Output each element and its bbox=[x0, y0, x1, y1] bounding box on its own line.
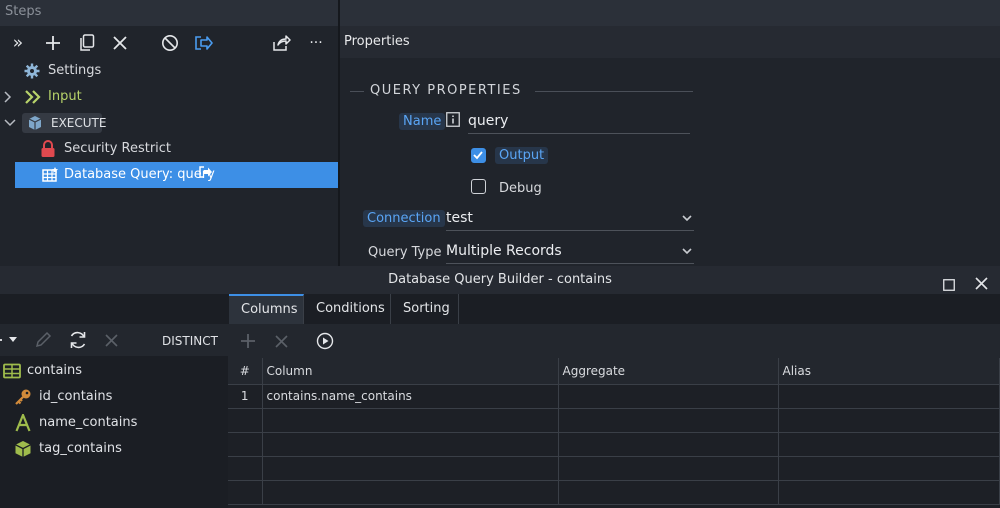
output-step-icon[interactable] bbox=[192, 32, 214, 54]
field-item[interactable]: name_contains bbox=[14, 410, 228, 436]
tree-item-input[interactable]: Input bbox=[0, 84, 338, 110]
remove-table-icon[interactable] bbox=[100, 329, 122, 351]
query-builder-dialog: Database Query Builder - contains Column… bbox=[0, 266, 1000, 508]
tree-item-security-restrict[interactable]: Security Restrict bbox=[0, 136, 338, 162]
tree-item-label: Settings bbox=[48, 63, 102, 78]
steps-toolbar: » ··· bbox=[0, 26, 338, 58]
properties-title: Properties bbox=[340, 26, 1000, 58]
tree-item-label: Database Query: query bbox=[64, 167, 215, 182]
connection-value: test bbox=[446, 210, 473, 226]
name-input[interactable]: query bbox=[468, 110, 690, 134]
name-label: Name bbox=[399, 113, 446, 130]
field-name: name_contains bbox=[39, 415, 138, 430]
table-name: contains bbox=[27, 363, 83, 378]
column-header[interactable]: Alias bbox=[778, 358, 1000, 385]
table-item-contains[interactable]: contains bbox=[2, 358, 228, 384]
row-number: 1 bbox=[228, 384, 263, 409]
share-icon[interactable] bbox=[270, 32, 292, 54]
add-table-dropdown-icon[interactable] bbox=[0, 329, 22, 351]
connection-select[interactable]: test bbox=[446, 207, 694, 231]
run-query-icon[interactable] bbox=[314, 330, 336, 352]
expand-all-icon[interactable]: » bbox=[7, 32, 29, 54]
steps-panel: Steps » ··· Settings Input EXECUTE Secur… bbox=[0, 0, 338, 266]
chevron-down-icon[interactable] bbox=[4, 110, 16, 136]
tree-item-settings[interactable]: Settings bbox=[0, 58, 338, 84]
properties-panel: Properties QUERY PROPERTIES Name query O… bbox=[340, 0, 1000, 266]
output-checkbox[interactable] bbox=[471, 148, 486, 163]
tree-item-execute[interactable]: EXECUTE bbox=[0, 110, 338, 136]
remove-column-icon[interactable] bbox=[270, 330, 292, 352]
add-step-icon[interactable] bbox=[42, 32, 64, 54]
row-aggregate[interactable] bbox=[558, 384, 779, 409]
output-label: Output bbox=[495, 147, 549, 164]
more-icon[interactable]: ··· bbox=[305, 32, 327, 54]
field-item[interactable]: tag_contains bbox=[14, 436, 228, 462]
delete-icon[interactable] bbox=[109, 32, 131, 54]
info-icon[interactable] bbox=[446, 112, 460, 131]
properties-top-strip bbox=[340, 0, 1000, 26]
column-header[interactable]: # bbox=[228, 358, 263, 385]
add-column-icon[interactable] bbox=[237, 330, 259, 352]
distinct-toggle[interactable]: DISTINCT bbox=[162, 334, 218, 348]
refresh-icon[interactable] bbox=[67, 329, 89, 351]
tree-item-label: EXECUTE bbox=[51, 116, 107, 130]
query-builder-titlebar: Database Query Builder - contains bbox=[0, 266, 1000, 294]
tree-item-label: Input bbox=[48, 89, 82, 104]
database-table-icon bbox=[42, 167, 60, 193]
columns-toolbar: DISTINCT bbox=[162, 324, 1000, 358]
debug-label: Debug bbox=[499, 181, 542, 196]
query-type-select[interactable]: Multiple Records bbox=[446, 240, 694, 264]
query-builder-title: Database Query Builder - contains bbox=[388, 272, 612, 287]
field-name: tag_contains bbox=[39, 441, 122, 456]
query-builder-tabs: Columns Conditions Sorting bbox=[0, 294, 1000, 324]
output-marker-icon bbox=[199, 162, 213, 188]
table-row-empty bbox=[228, 456, 1000, 481]
tab-sorting[interactable]: Sorting bbox=[391, 294, 459, 324]
debug-checkbox[interactable] bbox=[471, 179, 486, 194]
tree-item-label: Security Restrict bbox=[64, 141, 172, 156]
column-header[interactable]: Aggregate bbox=[558, 358, 779, 385]
query-type-label: Query Type bbox=[368, 245, 442, 260]
tables-panel: contains id_contains name_contains tag_c… bbox=[0, 324, 228, 508]
columns-panel: DISTINCT # Column Aggregate Alias 1 cont… bbox=[162, 324, 1000, 508]
table-header-row: # Column Aggregate Alias bbox=[228, 358, 1000, 385]
query-type-value: Multiple Records bbox=[446, 243, 562, 259]
columns-table: # Column Aggregate Alias 1 contains.name… bbox=[228, 358, 1000, 505]
table-row-empty bbox=[228, 432, 1000, 457]
edit-icon[interactable] bbox=[32, 329, 54, 351]
field-name: id_contains bbox=[39, 389, 113, 404]
field-item[interactable]: id_contains bbox=[14, 384, 228, 410]
tree-item-database-query[interactable]: Database Query: query bbox=[15, 162, 338, 188]
tab-conditions[interactable]: Conditions bbox=[304, 294, 391, 324]
chevron-right-icon[interactable] bbox=[4, 84, 16, 110]
section-title: QUERY PROPERTIES bbox=[370, 83, 522, 98]
table-row-empty bbox=[228, 408, 1000, 433]
row-alias[interactable] bbox=[778, 384, 1000, 409]
copy-icon[interactable] bbox=[76, 32, 98, 54]
tab-columns[interactable]: Columns bbox=[229, 294, 304, 324]
table-row-empty bbox=[228, 480, 1000, 505]
column-header[interactable]: Column bbox=[262, 358, 559, 385]
row-column[interactable]: contains.name_contains bbox=[262, 384, 559, 409]
steps-header: Steps bbox=[0, 0, 338, 26]
table-row[interactable]: 1 contains.name_contains bbox=[228, 384, 1000, 409]
section-divider bbox=[535, 91, 693, 92]
section-divider bbox=[350, 91, 364, 92]
connection-label: Connection bbox=[363, 210, 445, 227]
disable-icon[interactable] bbox=[159, 32, 181, 54]
cube-icon bbox=[14, 440, 32, 468]
chevron-down-icon bbox=[682, 207, 692, 237]
